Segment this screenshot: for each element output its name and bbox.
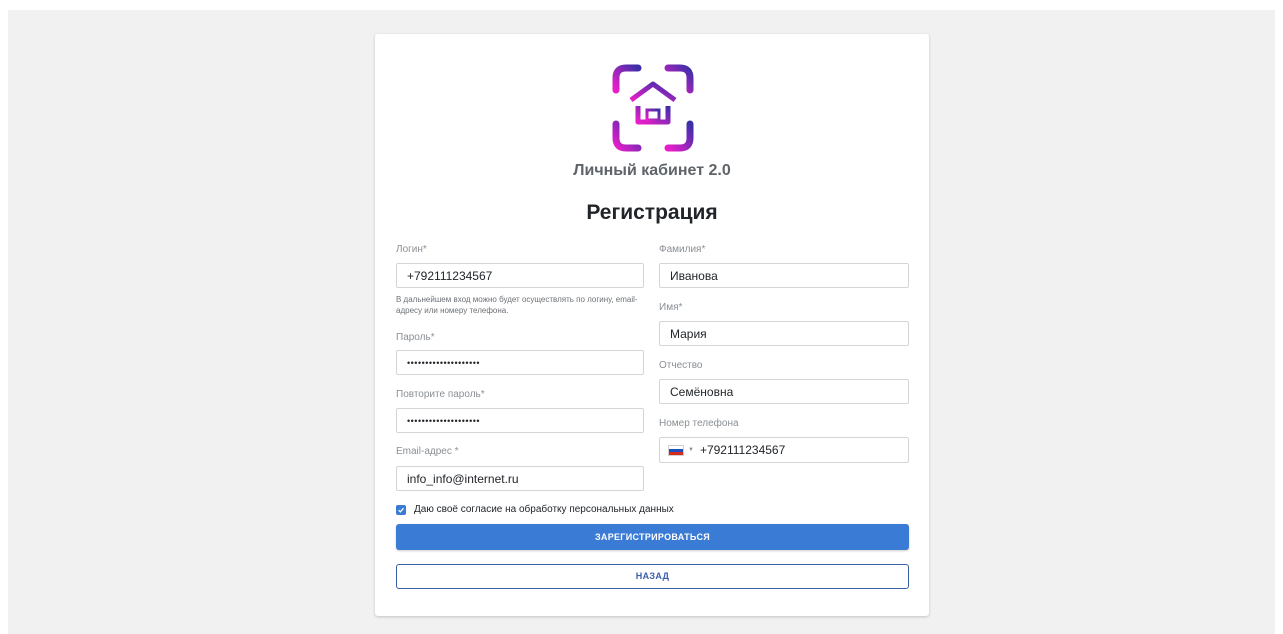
last-name-label: Фамилия*: [659, 244, 706, 255]
first-name-input[interactable]: [659, 321, 909, 346]
login-input[interactable]: [396, 263, 644, 288]
phone-input[interactable]: ▼ +792111234567: [659, 437, 909, 463]
middle-name-label: Отчество: [659, 360, 703, 371]
russia-flag-icon[interactable]: [668, 444, 684, 456]
login-hint: В дальнейшем вход можно будет осуществля…: [396, 295, 638, 315]
email-input[interactable]: [396, 466, 644, 491]
password-repeat-input[interactable]: [396, 408, 644, 433]
house-logo-icon: [612, 64, 694, 152]
phone-label: Номер телефона: [659, 418, 739, 429]
first-name-label: Имя*: [659, 302, 683, 313]
check-icon: [398, 507, 405, 513]
middle-name-input[interactable]: [659, 379, 909, 404]
consent-label: Даю своё согласие на обработку персональ…: [414, 504, 674, 515]
phone-value: +792111234567: [699, 443, 786, 457]
back-button[interactable]: НАЗАД: [396, 564, 909, 589]
chevron-down-icon[interactable]: ▼: [688, 447, 694, 453]
email-label: Email-адрес *: [396, 446, 459, 457]
login-label: Логин*: [396, 244, 427, 255]
password-label: Пароль*: [396, 332, 435, 343]
page-title: Регистрация: [586, 201, 718, 224]
password-repeat-label: Повторите пароль*: [396, 389, 485, 400]
consent-row[interactable]: Даю своё согласие на обработку персональ…: [396, 504, 674, 515]
app-title: Личный кабинет 2.0: [573, 162, 731, 179]
consent-checkbox[interactable]: [396, 504, 406, 515]
registration-card: Личный кабинет 2.0 Регистрация Логин* В …: [375, 34, 929, 616]
password-input[interactable]: [396, 350, 644, 375]
last-name-input[interactable]: [659, 263, 909, 288]
register-button[interactable]: ЗАРЕГИСТРИРОВАТЬСЯ: [396, 524, 909, 550]
